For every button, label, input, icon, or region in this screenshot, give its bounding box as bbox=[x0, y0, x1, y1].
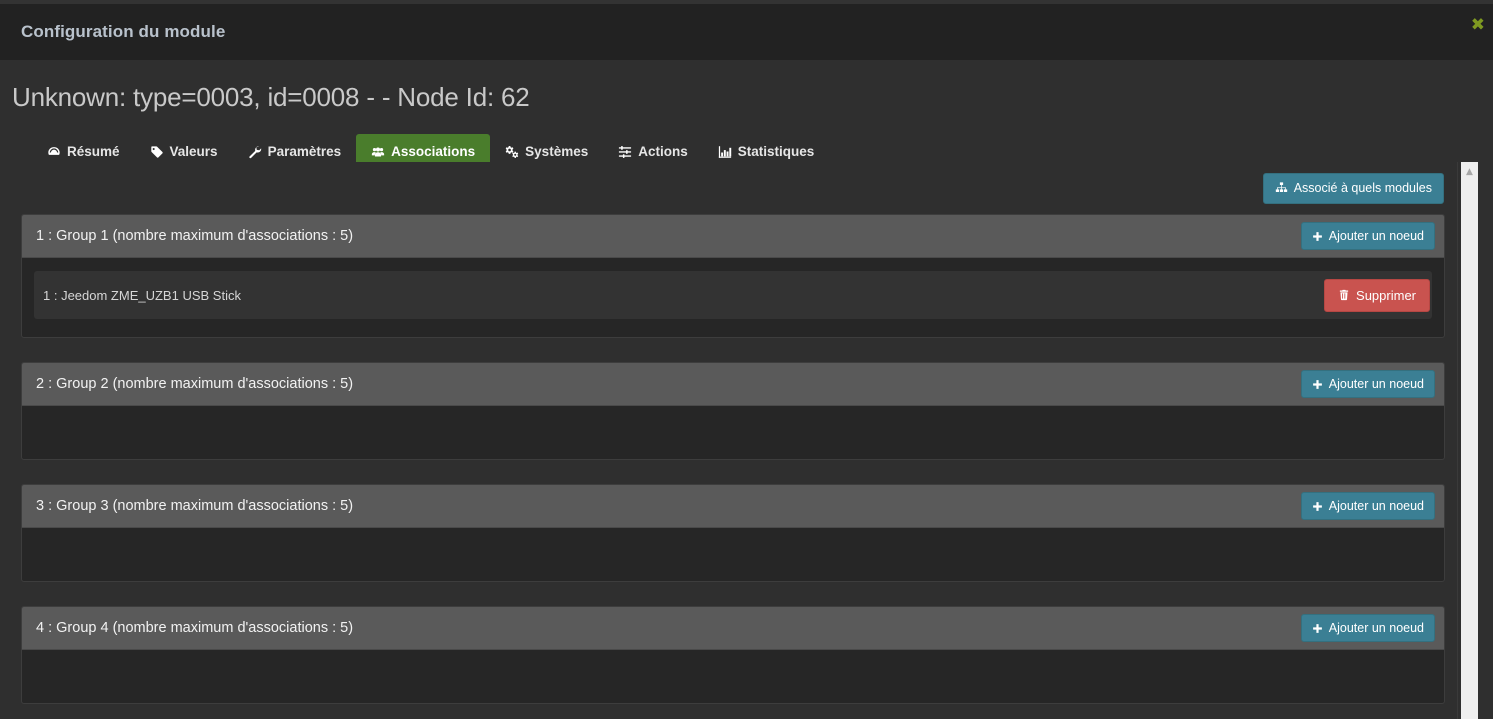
plus-icon bbox=[1312, 379, 1323, 390]
group-body: 1 : Jeedom ZME_UZB1 USB Stick Supprimer bbox=[22, 258, 1444, 337]
page-title: Unknown: type=0003, id=0008 - - Node Id:… bbox=[12, 82, 530, 112]
content-scrollbar[interactable]: ▲ bbox=[1457, 162, 1493, 719]
add-node-label: Ajouter un noeud bbox=[1328, 498, 1424, 513]
group-heading: 4 : Group 4 (nombre maximum d'associatio… bbox=[22, 607, 1444, 650]
group-heading: 2 : Group 2 (nombre maximum d'associatio… bbox=[22, 363, 1444, 406]
group-heading: 3 : Group 3 (nombre maximum d'associatio… bbox=[22, 485, 1444, 528]
tab-content-associations: Associé à quels modules 1 : Group 1 (nom… bbox=[0, 162, 1457, 719]
plus-icon bbox=[1312, 501, 1323, 512]
modal-titlebar: Configuration du module ✖ bbox=[0, 4, 1493, 60]
tab-label: Associations bbox=[391, 144, 476, 160]
add-node-button[interactable]: Ajouter un noeud bbox=[1300, 221, 1435, 251]
associated-modules-button[interactable]: Associé à quels modules bbox=[1262, 172, 1444, 204]
tab-label: Paramètres bbox=[267, 144, 342, 160]
tab-label: Résumé bbox=[67, 144, 120, 160]
add-node-button[interactable]: Ajouter un noeud bbox=[1300, 369, 1435, 399]
add-node-button[interactable]: Ajouter un noeud bbox=[1300, 491, 1435, 521]
sliders-icon bbox=[618, 145, 632, 159]
dashboard-icon bbox=[47, 145, 61, 159]
add-node-button[interactable]: Ajouter un noeud bbox=[1300, 613, 1435, 643]
tab-label: Statistiques bbox=[737, 144, 815, 160]
content-toolbar: Associé à quels modules bbox=[21, 162, 1445, 214]
module-configuration-page: Unknown: type=0003, id=0008 - - Node Id:… bbox=[0, 60, 1493, 719]
bar-chart-icon bbox=[718, 145, 732, 159]
tag-icon bbox=[150, 145, 164, 159]
group-title: 3 : Group 3 (nombre maximum d'associatio… bbox=[36, 498, 354, 514]
modal-title: Configuration du module bbox=[21, 22, 226, 41]
group-title: 2 : Group 2 (nombre maximum d'associatio… bbox=[36, 376, 354, 392]
association-group-panel: 2 : Group 2 (nombre maximum d'associatio… bbox=[21, 362, 1445, 460]
group-body bbox=[22, 650, 1444, 703]
group-title: 1 : Group 1 (nombre maximum d'associatio… bbox=[36, 228, 354, 244]
close-icon[interactable]: ✖ bbox=[1471, 17, 1485, 34]
association-groups: 1 : Group 1 (nombre maximum d'associatio… bbox=[21, 214, 1445, 704]
tab-label: Actions bbox=[638, 144, 688, 160]
association-label: 1 : Jeedom ZME_UZB1 USB Stick bbox=[43, 287, 241, 303]
group-heading: 1 : Group 1 (nombre maximum d'associatio… bbox=[22, 215, 1444, 258]
plus-icon bbox=[1312, 623, 1323, 634]
delete-label: Supprimer bbox=[1356, 287, 1416, 303]
users-icon bbox=[371, 145, 385, 159]
add-node-label: Ajouter un noeud bbox=[1328, 620, 1424, 635]
group-title: 4 : Group 4 (nombre maximum d'associatio… bbox=[36, 620, 354, 636]
association-group-panel: 1 : Group 1 (nombre maximum d'associatio… bbox=[21, 214, 1445, 338]
delete-association-button[interactable]: Supprimer bbox=[1324, 278, 1430, 312]
trash-icon bbox=[1338, 289, 1350, 301]
tab-label: Systèmes bbox=[525, 144, 589, 160]
add-node-label: Ajouter un noeud bbox=[1328, 376, 1424, 391]
association-row: 1 : Jeedom ZME_UZB1 USB Stick Supprimer bbox=[34, 271, 1432, 319]
associated-modules-label: Associé à quels modules bbox=[1293, 180, 1432, 195]
wrench-icon bbox=[248, 145, 262, 159]
scrollbar-up-arrow-icon[interactable]: ▲ bbox=[1462, 168, 1477, 177]
tab-label: Valeurs bbox=[169, 144, 218, 160]
association-group-panel: 3 : Group 3 (nombre maximum d'associatio… bbox=[21, 484, 1445, 582]
cogs-icon bbox=[505, 145, 519, 159]
group-body bbox=[22, 406, 1444, 459]
group-body bbox=[22, 528, 1444, 581]
sitemap-icon bbox=[1275, 181, 1288, 195]
plus-icon bbox=[1312, 231, 1323, 242]
association-group-panel: 4 : Group 4 (nombre maximum d'associatio… bbox=[21, 606, 1445, 704]
scrollbar-track[interactable] bbox=[1461, 162, 1478, 719]
add-node-label: Ajouter un noeud bbox=[1328, 228, 1424, 243]
